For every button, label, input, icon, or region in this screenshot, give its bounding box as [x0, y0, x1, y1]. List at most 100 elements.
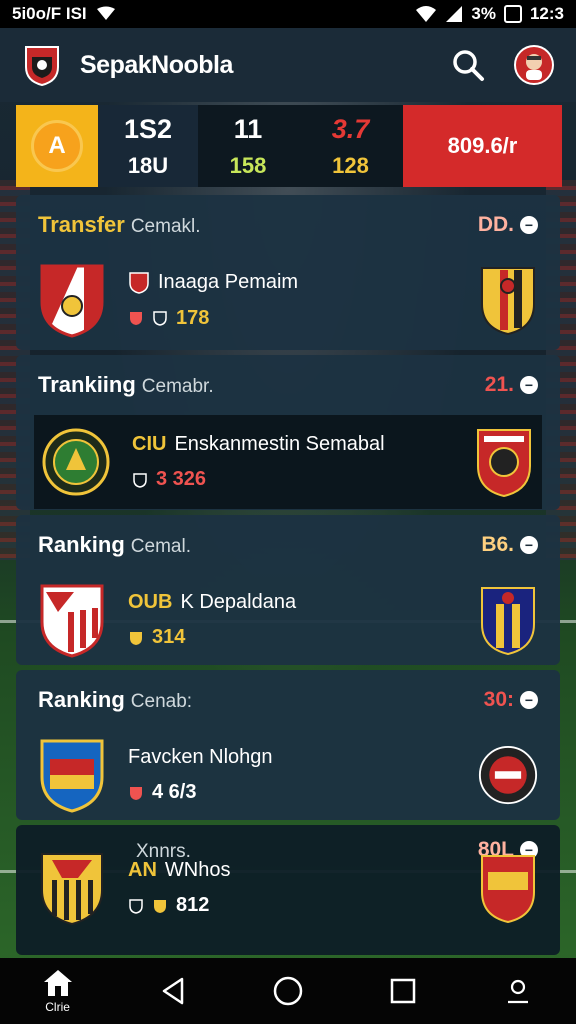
card-body: Favcken Nlohgn 4 6/3 — [16, 730, 560, 820]
info-line: AN WNhos — [128, 859, 478, 882]
nav-back[interactable] — [133, 976, 213, 1006]
ranking-card[interactable]: Ranking Cemal. B6. − OUB K Depaldana 314 — [16, 515, 560, 665]
scoreboard[interactable]: A 1S2 18U 11 158 3.7 128 809.6/r — [16, 105, 562, 187]
club-crest-icon — [42, 428, 110, 496]
ranking-card[interactable]: Xnnrs. 80L − AN WNhos 812 — [16, 825, 560, 955]
info-text: Inaaga Pemaim — [158, 271, 299, 293]
score-top: 3.7 — [331, 113, 370, 144]
shield-icon — [130, 312, 142, 325]
nav-recents[interactable] — [363, 976, 443, 1006]
opponent-crest-icon — [481, 587, 535, 656]
info-text: K Depaldana — [180, 591, 297, 613]
minus-circle-icon: − — [520, 376, 538, 394]
nav-home-circle[interactable] — [248, 974, 328, 1008]
card-title-text: Ranking — [38, 532, 125, 557]
card-value-text: DD. — [477, 213, 514, 236]
search-icon — [453, 50, 484, 81]
club-crest-icon — [40, 739, 104, 813]
stat-line: 178 — [128, 307, 478, 330]
card-header: Trankiing Cemabr. 21. − — [16, 355, 560, 415]
info-line: CIU Enskanmestin Semabal — [132, 433, 474, 456]
shield-outline-icon — [153, 311, 167, 326]
status-bar: 5i0o/F ISI 3% 12:3 — [0, 0, 576, 28]
score-bottom: 128 — [332, 152, 369, 178]
bottom-navigation: Clrie — [0, 958, 576, 1024]
card-value-text: 21. — [484, 373, 514, 396]
info-tag: CIU — [132, 433, 167, 455]
shield-icon — [154, 899, 166, 913]
shield-icon — [130, 631, 142, 645]
card-header: Ranking Cenab: 30: − — [16, 670, 560, 730]
ranking-card[interactable]: Ranking Cenab: 30: − Favcken Nlohgn 4 6/3 — [16, 670, 560, 820]
app-title: SepakNoobla — [80, 50, 233, 79]
nav-home[interactable]: Clrie — [18, 968, 98, 1014]
home-circle-icon — [273, 976, 303, 1006]
opponent-crest-icon — [481, 267, 535, 336]
score-column-1: 1S2 18U — [98, 105, 198, 187]
stat-line: 812 — [128, 894, 478, 917]
card-body: AN WNhos 812 — [16, 853, 560, 926]
info-line: Inaaga Pemaim — [128, 271, 478, 295]
card-value[interactable]: B6. − — [481, 533, 538, 557]
info-text: Favcken Nlohgn — [128, 746, 273, 768]
avatar[interactable] — [514, 45, 554, 85]
score-total: 809.6/r — [403, 105, 562, 187]
score-bottom: 18U — [127, 152, 169, 178]
card-subtitle: Cemabr. — [141, 376, 214, 397]
app-logo-icon — [25, 46, 59, 87]
stat-value: 178 — [176, 306, 210, 329]
club-crest-icon — [40, 264, 104, 338]
card-body: CIU Enskanmestin Semabal 3 326 — [34, 415, 542, 509]
club-crest-icon — [41, 853, 103, 926]
opponent-crest-icon — [478, 745, 538, 805]
card-info: OUB K Depaldana 314 — [128, 591, 478, 649]
card-value[interactable]: 30: − — [484, 688, 538, 712]
score-top: 1S2 — [123, 113, 173, 144]
nav-profile[interactable] — [478, 976, 558, 1006]
card-title: Ranking Cemal. — [38, 532, 191, 558]
score-column-2: 11 158 — [198, 105, 298, 187]
stat-value: 3 326 — [156, 468, 207, 490]
info-text: WNhos — [164, 859, 231, 881]
score-column-3: 3.7 128 — [298, 105, 403, 187]
card-info: Favcken Nlohgn 4 6/3 — [128, 746, 478, 804]
stat-value: 314 — [152, 626, 186, 648]
profile-face-icon — [526, 54, 542, 80]
info-tag: AN — [128, 859, 157, 881]
stat-value: 812 — [176, 894, 210, 916]
back-triangle-icon — [162, 977, 184, 1005]
info-tag: OUB — [128, 591, 173, 613]
shield-outline-icon — [133, 472, 147, 488]
card-header: Ranking Cemal. B6. − — [16, 515, 560, 575]
card-header: Transfer Cemakl. DD. − — [16, 195, 560, 255]
info-line: OUB K Depaldana — [128, 591, 478, 614]
opponent-crest-icon — [477, 429, 531, 498]
card-subtitle: Cenab: — [130, 691, 193, 712]
wifi-icon — [416, 6, 437, 22]
minus-circle-icon: − — [520, 216, 538, 234]
shield-icon — [130, 786, 142, 800]
ranking-card[interactable]: Trankiing Cemabr. 21. − CIU Enskanmestin … — [16, 355, 560, 510]
battery-icon — [503, 5, 522, 23]
signal-icon — [446, 6, 463, 22]
card-value[interactable]: 21. − — [485, 373, 538, 397]
info-line: Favcken Nlohgn — [128, 746, 478, 769]
profile-icon — [508, 979, 529, 1004]
location-icon — [96, 6, 115, 20]
card-body: Inaaga Pemaim 178 — [16, 255, 560, 345]
stat-line: 3 326 — [132, 468, 474, 491]
opponent-crest-icon — [481, 855, 535, 924]
news-card[interactable]: Transfer Cemakl. DD. − Inaaga Pemaim 178 — [16, 195, 560, 350]
nav-home-label: Clrie — [45, 1000, 70, 1014]
minus-circle-icon: − — [520, 691, 538, 709]
recents-square-icon — [390, 978, 416, 1004]
card-value-text: B6. — [481, 533, 514, 556]
card-value[interactable]: DD. − — [478, 213, 538, 237]
card-title-text: Transfer — [38, 212, 125, 237]
info-text: Enskanmestin Semabal — [174, 433, 385, 455]
club-crest-icon — [40, 584, 104, 658]
small-crest-icon — [129, 271, 149, 294]
score-top: 11 — [233, 113, 263, 144]
search-button[interactable] — [448, 45, 488, 85]
minus-circle-icon: − — [520, 536, 538, 554]
